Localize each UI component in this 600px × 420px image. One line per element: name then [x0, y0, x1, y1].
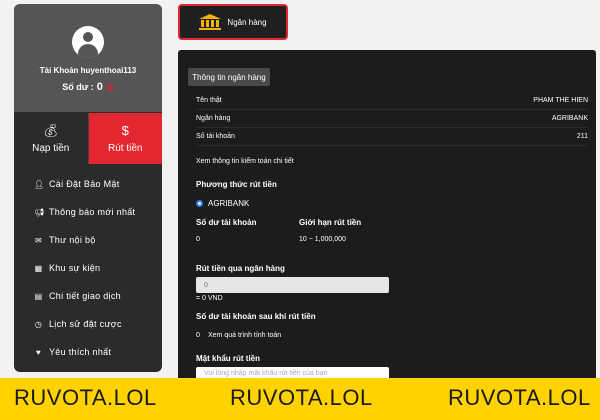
clipboard-icon: ▤	[34, 291, 43, 301]
money-bag-icon: 💰︎	[42, 122, 59, 138]
heart-icon: ♥	[35, 347, 42, 357]
sidebar-item-favorites[interactable]: ♥ Yêu thích nhất	[14, 338, 162, 366]
limit-value: 10 ~ 1,000,000	[299, 236, 346, 243]
method-option-label: AGRIBANK	[208, 199, 250, 208]
withdraw-amount-input[interactable]: 0	[196, 277, 389, 293]
wallet-actions: 💰︎ Nạp tiền $ Rút tiền	[14, 112, 162, 164]
sidebar-item-inbox[interactable]: ✉ Thư nội bộ	[14, 226, 162, 254]
watermark-text: RUVOTA.LOL	[448, 385, 591, 410]
sidebar-item-label: Chi tiết giao dịch	[49, 291, 121, 301]
tab-bank-label: Ngân hàng	[227, 17, 267, 27]
sidebar-item-security[interactable]: 👤︎ Cài Đặt Bảo Mật	[14, 170, 162, 198]
withdraw-button[interactable]: $ Rút tiền	[88, 113, 162, 164]
sidebar-item-label: Cài Đặt Bảo Mật	[49, 179, 120, 189]
password-title: Mật khẩu rút tiền	[196, 354, 261, 363]
calculation-link[interactable]: Xem quá trình tính toán	[208, 332, 281, 339]
sidebar-item-events[interactable]: ▦ Khu sự kiện	[14, 254, 162, 282]
info-row-bank: Ngân hàng AGRIBANK	[196, 110, 588, 128]
withdraw-label: Rút tiền	[108, 142, 143, 154]
after-balance-value: 0	[196, 332, 200, 339]
sidebar-item-label: Yêu thích nhất	[49, 347, 112, 357]
info-row-name: Tên thật PHAM THE HIEN	[196, 92, 588, 110]
sidebar-item-label: Thông báo mới nhất	[49, 207, 136, 217]
sidebar-menu: 👤︎ Cài Đặt Bảo Mật 📢︎ Thông báo mới nhất…	[14, 164, 162, 366]
method-title: Phương thức rút tiền	[196, 180, 277, 189]
radio-selected-icon[interactable]	[196, 200, 203, 207]
user-shield-icon: 👤︎	[34, 179, 45, 189]
withdraw-title: Rút tiền qua ngân hàng	[196, 264, 285, 273]
sidebar-item-notifications[interactable]: 📢︎ Thông báo mới nhất	[14, 198, 162, 226]
withdraw-vnd: = 0 VND	[196, 295, 223, 302]
info-value: 211	[576, 133, 588, 140]
tab-bank[interactable]: Ngân hàng	[178, 4, 288, 40]
balance-label: Số dư :	[62, 82, 94, 92]
limit-title: Giới hạn rút tiền	[299, 218, 362, 227]
balance: Số dư : 0 ◎	[62, 81, 114, 93]
info-value: AGRIBANK	[551, 115, 588, 122]
megaphone-icon: 📢︎	[34, 207, 45, 217]
sidebar-item-label: Thư nội bộ	[49, 235, 96, 245]
audit-detail-link[interactable]: Xem thông tin kiểm toán chi tiết	[196, 158, 294, 165]
watermark-banner: RUVOTA.LOL RUVOTA.LOL RUVOTA.LOL	[0, 378, 600, 420]
bank-panel: Thông tin ngân hàng Tên thật PHAM THE HI…	[178, 50, 596, 380]
deposit-label: Nạp tiền	[32, 142, 70, 154]
account-name: Tài Khoản huyenthoai113	[39, 66, 137, 75]
info-label: Tên thật	[196, 97, 222, 104]
deposit-button[interactable]: 💰︎ Nạp tiền	[14, 113, 89, 164]
sidebar-item-label: Lịch sử đặt cược	[49, 319, 122, 329]
info-label: Ngân hàng	[196, 115, 231, 122]
avatar-icon	[72, 26, 104, 58]
history-icon: ◷	[34, 319, 43, 329]
bank-icon	[199, 14, 222, 30]
sidebar: Tài Khoản huyenthoai113 Số dư : 0 ◎ 💰︎ N…	[14, 4, 162, 372]
hand-money-icon: $	[121, 122, 129, 138]
info-row-account: Số tài khoản 211	[196, 128, 588, 146]
profile-card: Tài Khoản huyenthoai113 Số dư : 0 ◎	[14, 4, 162, 112]
calendar-icon: ▦	[34, 263, 43, 273]
bank-info-button[interactable]: Thông tin ngân hàng	[188, 68, 270, 86]
info-label: Số tài khoản	[196, 133, 235, 140]
coin-icon: ◎	[105, 81, 114, 92]
info-value: PHAM THE HIEN	[533, 97, 588, 104]
balance-value: 0	[96, 81, 103, 93]
mail-icon: ✉	[34, 235, 42, 245]
sidebar-item-label: Khu sự kiện	[49, 263, 101, 273]
balance-title: Số dư tài khoản	[196, 218, 257, 227]
after-balance-title: Số dư tài khoản sau khi rút tiền	[196, 312, 316, 321]
balance-value: 0	[196, 236, 200, 243]
sidebar-item-bet-history[interactable]: ◷ Lịch sử đặt cược	[14, 310, 162, 338]
watermark-text: RUVOTA.LOL	[230, 385, 373, 410]
method-option[interactable]: AGRIBANK	[196, 199, 249, 208]
watermark-text: RUVOTA.LOL	[14, 385, 157, 410]
sidebar-item-transactions[interactable]: ▤ Chi tiết giao dịch	[14, 282, 162, 310]
